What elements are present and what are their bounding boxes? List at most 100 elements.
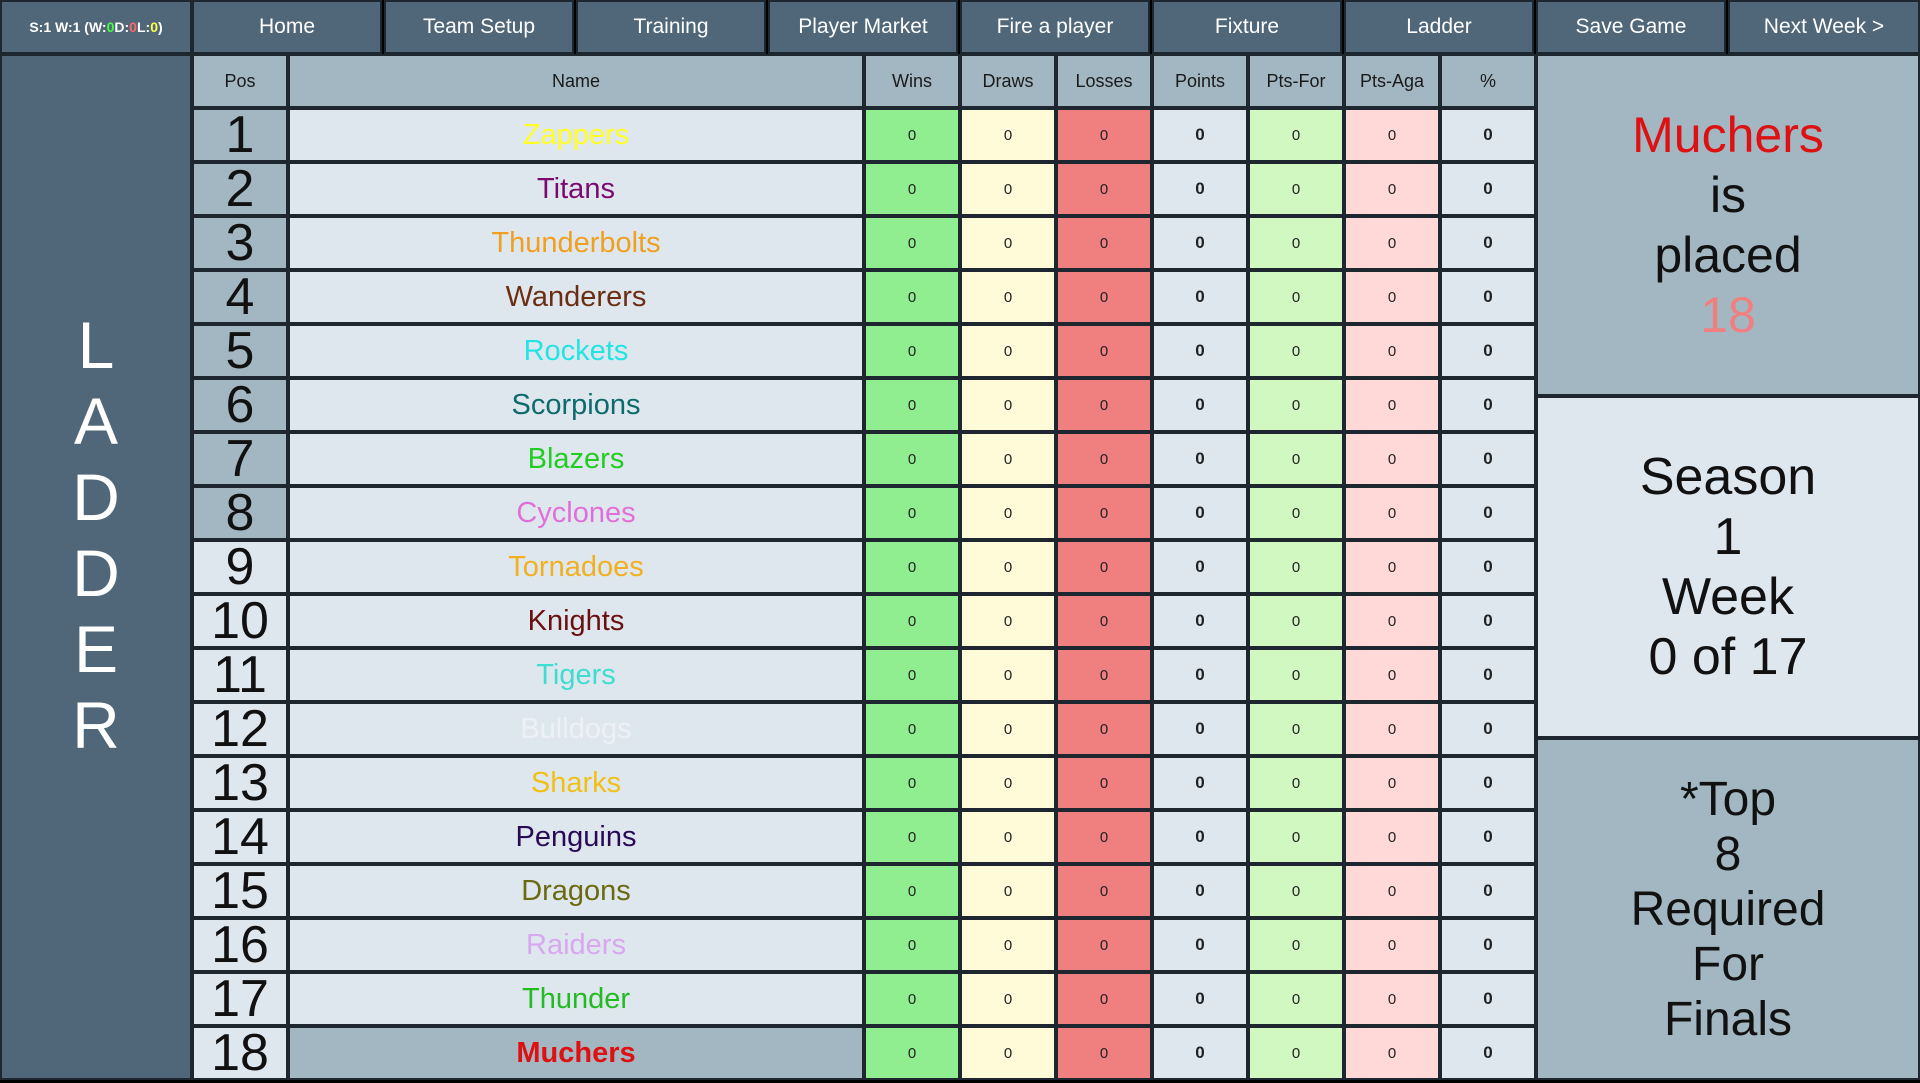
row-position: 8	[192, 484, 288, 542]
header-pct: %	[1440, 54, 1536, 108]
row-losses: 0	[1056, 324, 1152, 378]
row-losses: 0	[1056, 594, 1152, 648]
row-position: 3	[192, 214, 288, 272]
header-losses: Losses	[1056, 54, 1152, 108]
ladder-title-letters: L A D D E R	[72, 307, 120, 763]
row-draws: 0	[960, 108, 1056, 162]
row-pct: 0	[1440, 324, 1536, 378]
row-position: 13	[192, 754, 288, 812]
row-wins: 0	[864, 540, 960, 594]
row-pts-for: 0	[1248, 486, 1344, 540]
header-pos: Pos	[192, 54, 288, 108]
row-losses: 0	[1056, 486, 1152, 540]
nav-team-setup-button[interactable]: Team Setup	[384, 0, 574, 54]
row-position: 7	[192, 430, 288, 488]
row-pts-for: 0	[1248, 216, 1344, 270]
row-pts-aga: 0	[1344, 162, 1440, 216]
row-pts-for: 0	[1248, 1026, 1344, 1080]
nav-home-button[interactable]: Home	[192, 0, 382, 54]
row-draws: 0	[960, 216, 1056, 270]
finals-requirement-panel: *Top 8 Required For Finals	[1536, 738, 1920, 1080]
row-position: 1	[192, 106, 288, 164]
row-wins: 0	[864, 594, 960, 648]
row-losses: 0	[1056, 756, 1152, 810]
row-draws: 0	[960, 540, 1056, 594]
nav-next-week-button[interactable]: Next Week >	[1728, 0, 1920, 54]
row-team-name: Cyclones	[288, 486, 864, 540]
nav-ladder-button[interactable]: Ladder	[1344, 0, 1534, 54]
row-team-name: Zappers	[288, 108, 864, 162]
row-pct: 0	[1440, 756, 1536, 810]
row-draws: 0	[960, 864, 1056, 918]
row-wins: 0	[864, 756, 960, 810]
nav-training-button[interactable]: Training	[576, 0, 766, 54]
row-team-name: Tornadoes	[288, 540, 864, 594]
title-letter: L	[77, 308, 115, 382]
row-wins: 0	[864, 270, 960, 324]
row-wins: 0	[864, 324, 960, 378]
row-losses: 0	[1056, 810, 1152, 864]
row-losses: 0	[1056, 648, 1152, 702]
row-pts-aga: 0	[1344, 918, 1440, 972]
row-losses: 0	[1056, 108, 1152, 162]
row-draws: 0	[960, 486, 1056, 540]
row-wins: 0	[864, 702, 960, 756]
row-losses: 0	[1056, 918, 1152, 972]
row-pts-aga: 0	[1344, 702, 1440, 756]
row-draws: 0	[960, 1026, 1056, 1080]
season-number: 1	[1713, 508, 1743, 566]
row-wins: 0	[864, 162, 960, 216]
finals-line: Required	[1630, 882, 1826, 936]
row-pts-aga: 0	[1344, 324, 1440, 378]
status-suffix: )	[157, 19, 163, 35]
row-position: 14	[192, 808, 288, 866]
row-pct: 0	[1440, 1026, 1536, 1080]
row-position: 17	[192, 970, 288, 1028]
row-draws: 0	[960, 810, 1056, 864]
row-pct: 0	[1440, 378, 1536, 432]
row-points: 0	[1152, 432, 1248, 486]
row-pts-aga: 0	[1344, 810, 1440, 864]
nav-player-market-button[interactable]: Player Market	[768, 0, 958, 54]
row-pts-for: 0	[1248, 702, 1344, 756]
row-pct: 0	[1440, 216, 1536, 270]
nav-save-game-button[interactable]: Save Game	[1536, 0, 1726, 54]
row-position: 18	[192, 1024, 288, 1082]
nav-fixture-button[interactable]: Fixture	[1152, 0, 1342, 54]
row-draws: 0	[960, 702, 1056, 756]
row-position: 10	[192, 592, 288, 650]
placed-is-text: is	[1709, 167, 1747, 223]
row-draws: 0	[960, 594, 1056, 648]
row-pts-aga: 0	[1344, 648, 1440, 702]
row-points: 0	[1152, 324, 1248, 378]
row-team-name: Thunderbolts	[288, 216, 864, 270]
row-pts-for: 0	[1248, 594, 1344, 648]
row-position: 11	[192, 646, 288, 704]
status-prefix: S:1 W:1 (W:	[29, 19, 107, 35]
row-team-name: Raiders	[288, 918, 864, 972]
row-pts-aga: 0	[1344, 486, 1440, 540]
row-points: 0	[1152, 486, 1248, 540]
row-pts-aga: 0	[1344, 432, 1440, 486]
row-pts-aga: 0	[1344, 108, 1440, 162]
row-team-name: Titans	[288, 162, 864, 216]
row-pts-aga: 0	[1344, 378, 1440, 432]
row-wins: 0	[864, 108, 960, 162]
finals-line: Finals	[1663, 992, 1793, 1046]
row-points: 0	[1152, 540, 1248, 594]
row-points: 0	[1152, 378, 1248, 432]
row-wins: 0	[864, 486, 960, 540]
row-team-name: Blazers	[288, 432, 864, 486]
row-points: 0	[1152, 594, 1248, 648]
row-draws: 0	[960, 270, 1056, 324]
status-losses-label: L:	[136, 19, 151, 35]
row-points: 0	[1152, 810, 1248, 864]
nav-fire-player-button[interactable]: Fire a player	[960, 0, 1150, 54]
title-letter: D	[72, 536, 120, 610]
row-losses: 0	[1056, 864, 1152, 918]
row-team-name: Rockets	[288, 324, 864, 378]
row-pct: 0	[1440, 810, 1536, 864]
row-team-name: Bulldogs	[288, 702, 864, 756]
row-draws: 0	[960, 432, 1056, 486]
header-draws: Draws	[960, 54, 1056, 108]
